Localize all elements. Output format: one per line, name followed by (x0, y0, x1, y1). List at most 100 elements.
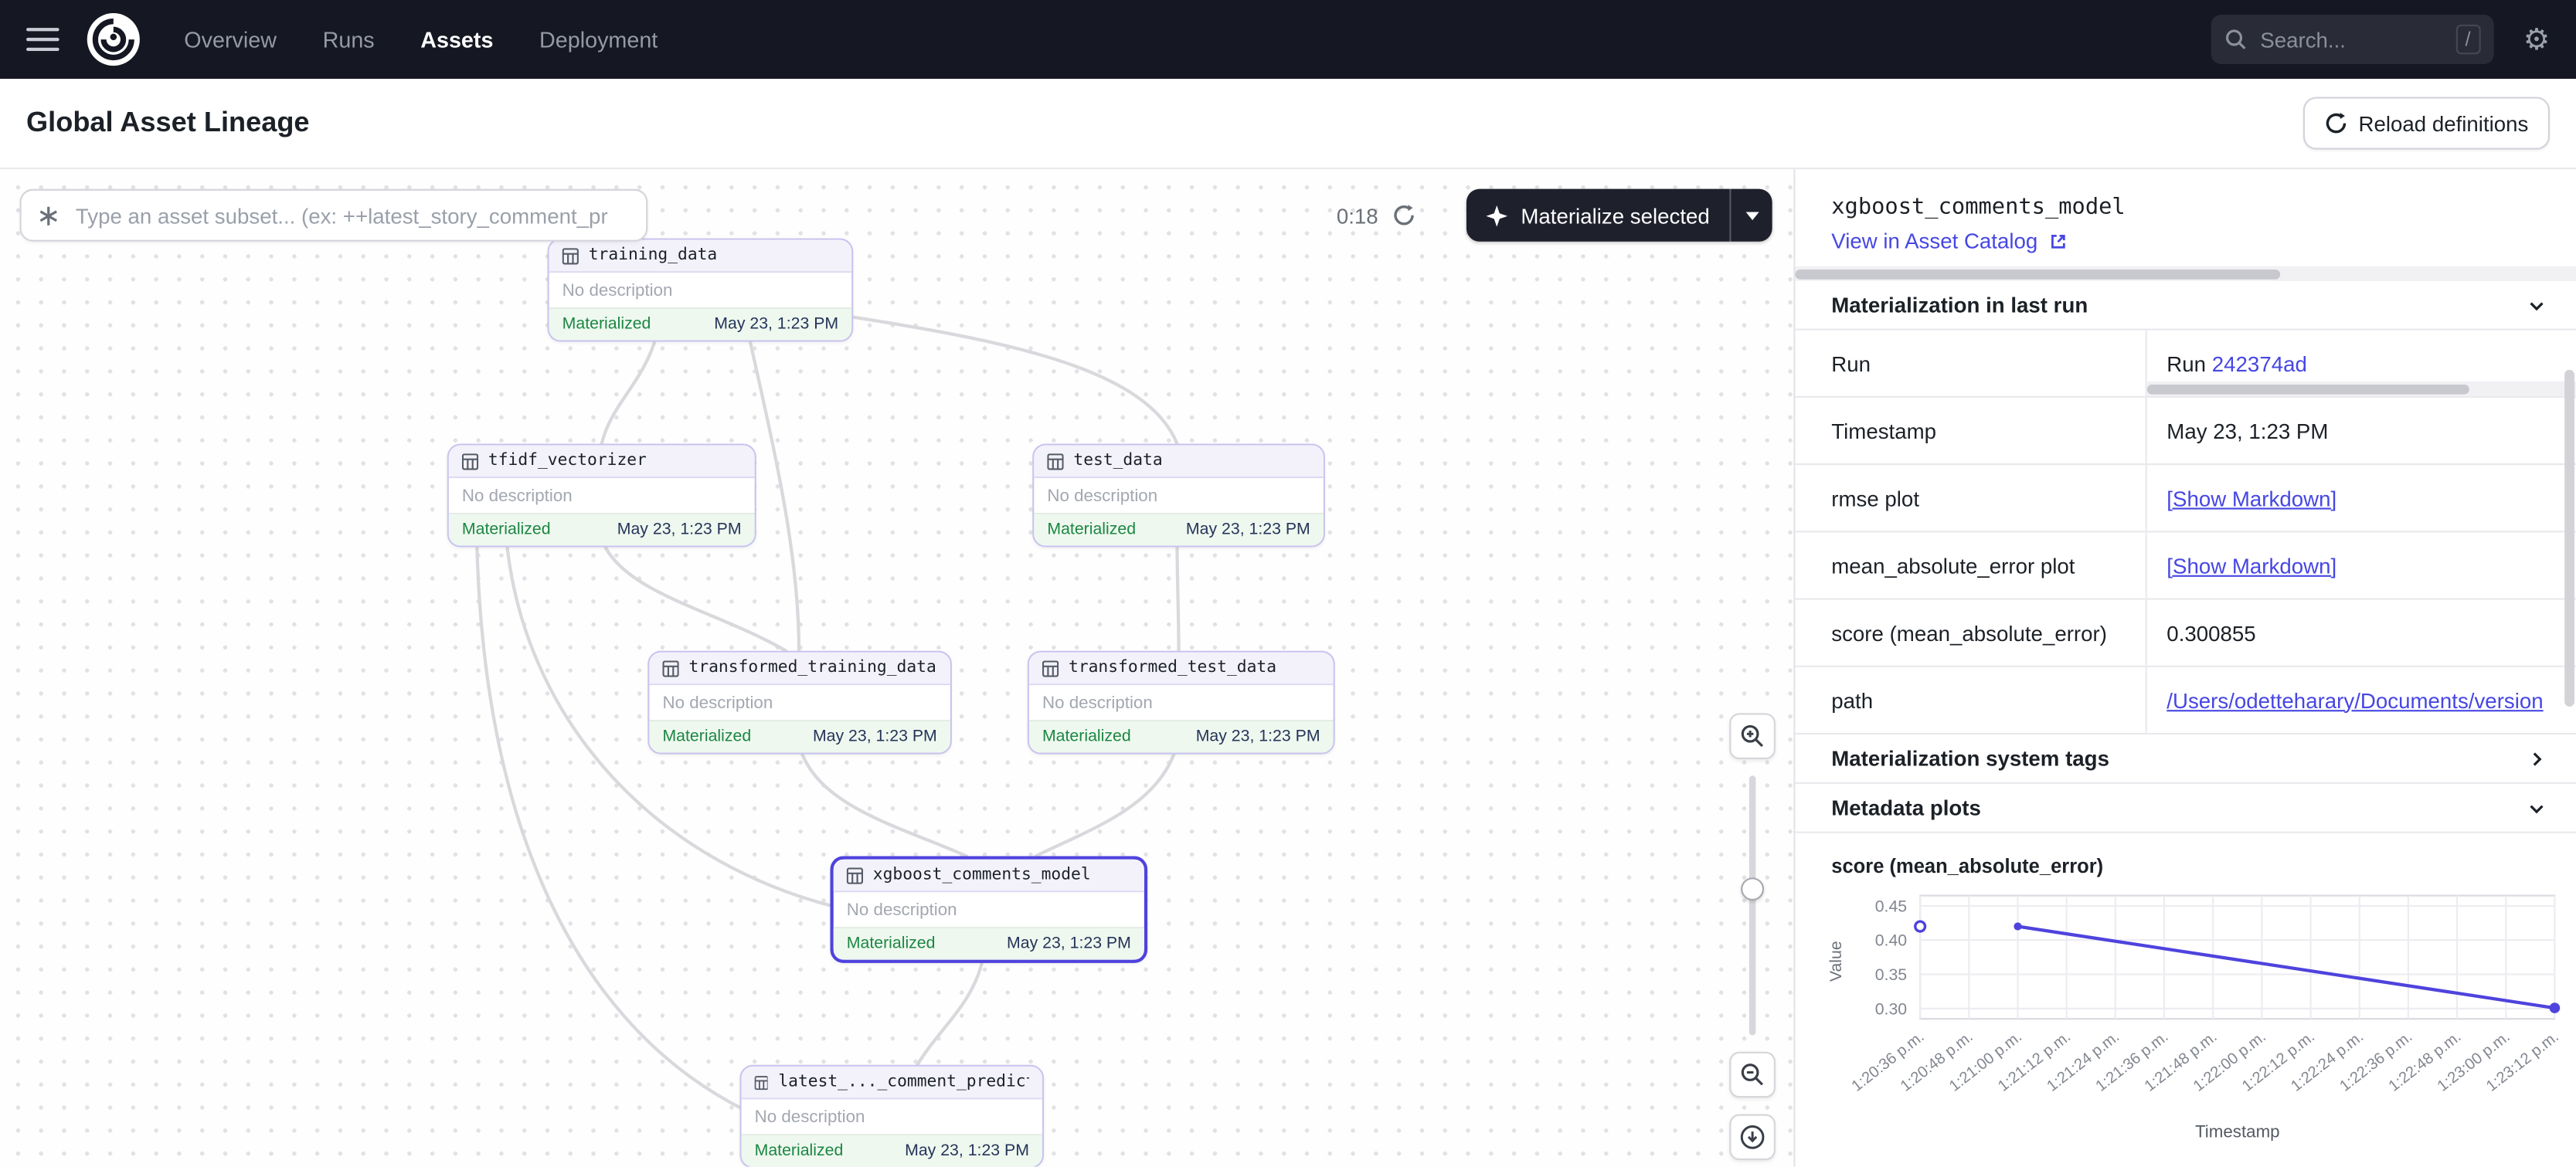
asset-table-icon (1047, 453, 1063, 469)
gear-icon[interactable]: ⚙ (2523, 25, 2550, 54)
chevron-down-icon (2527, 295, 2547, 315)
asset-table-icon (755, 1074, 769, 1090)
refresh-icon (2324, 112, 2347, 135)
chevron-down-icon (1745, 211, 1759, 219)
scrollbar-thumb[interactable] (2147, 384, 2469, 394)
asset-node-name: transformed_training_data (689, 659, 936, 677)
asset-node-name: training_data (589, 246, 718, 264)
vertical-scrollbar[interactable] (2564, 370, 2574, 707)
asset-node-name: xgboost_comments_model (873, 866, 1091, 884)
timer-value: 0:18 (1337, 203, 1378, 228)
external-link-icon (2048, 231, 2068, 251)
asset-table-icon (562, 247, 579, 263)
menu-icon[interactable] (26, 28, 59, 51)
nav-item-deployment[interactable]: Deployment (539, 27, 658, 52)
svg-text:Timestamp: Timestamp (2195, 1121, 2280, 1141)
metadata-row-rmse-plot: rmse plot [Show Markdown] (1795, 465, 2576, 532)
nav-item-overview[interactable]: Overview (184, 27, 277, 52)
asset-node-description: No description (834, 892, 1144, 927)
download-graph-button[interactable] (1729, 1114, 1776, 1161)
scrollbar-thumb[interactable] (1795, 269, 2279, 279)
status-badge: Materialized (462, 521, 551, 538)
graph-timer: 0:18 (1337, 189, 1416, 242)
asset-node-description: No description (449, 478, 755, 513)
asset-node-name: transformed_test_data (1069, 659, 1276, 677)
main-nav: Overview Runs Assets Deployment (184, 27, 658, 52)
status-badge: Materialized (755, 1142, 844, 1160)
metadata-row-path: path /Users/odetteharary/Documents/versi… (1795, 667, 2576, 734)
asset-timestamp: May 23, 1:23 PM (617, 521, 742, 538)
section-materialization-system-tags[interactable]: Materialization system tags (1795, 734, 2576, 784)
asset-table-icon (462, 453, 478, 469)
metadata-plot-svg: 1:20:36 p.m.1:20:48 p.m.1:21:00 p.m.1:21… (1815, 886, 2563, 1148)
zoom-out-button[interactable] (1729, 1052, 1776, 1098)
zoom-slider[interactable] (1741, 775, 1764, 1035)
asset-subset-filter[interactable] (20, 189, 648, 242)
horizontal-scrollbar[interactable] (1795, 266, 2576, 281)
status-badge: Materialized (847, 935, 936, 953)
lineage-graph[interactable]: 0:18 Materialize selected (0, 169, 1793, 1167)
section-materialization-in-last-run[interactable]: Materialization in last run (1795, 281, 2576, 331)
global-search[interactable]: / (2211, 15, 2493, 64)
materialize-selected-button[interactable]: Materialize selected (1466, 189, 1772, 242)
zoom-controls (1729, 713, 1776, 1160)
asset-node-transformed-training-data[interactable]: transformed_training_data No description… (647, 651, 952, 755)
nav-item-runs[interactable]: Runs (323, 27, 375, 52)
zoom-out-icon (1739, 1061, 1765, 1087)
svg-text:Value: Value (1827, 941, 1845, 982)
asset-timestamp: May 23, 1:23 PM (905, 1142, 1029, 1160)
asset-detail-sidebar: xgboost_comments_model View in Asset Cat… (1793, 169, 2576, 1167)
asset-subset-input[interactable] (73, 202, 630, 229)
asset-node-transformed-test-data[interactable]: transformed_test_data No description Mat… (1028, 651, 1335, 755)
section-metadata-plots[interactable]: Metadata plots (1795, 784, 2576, 833)
zoom-slider-handle[interactable] (1741, 877, 1764, 901)
asset-node-description: No description (1034, 478, 1323, 513)
dagster-logo[interactable] (86, 12, 141, 67)
chevron-down-icon (2527, 798, 2547, 818)
asset-graph-icon (38, 205, 59, 226)
view-in-asset-catalog-link[interactable]: View in Asset Catalog (1831, 229, 2067, 253)
svg-text:0.45: 0.45 (1875, 897, 1907, 915)
asset-node-tfidf-vectorizer[interactable]: tfidf_vectorizer No description Material… (447, 443, 756, 547)
path-link[interactable]: /Users/odetteharary/Documents/version (2166, 687, 2543, 712)
asset-node-description: No description (1029, 685, 1334, 720)
status-badge: Materialized (1047, 521, 1136, 538)
asset-node-description: No description (649, 685, 950, 720)
page-title: Global Asset Lineage (26, 107, 309, 140)
asset-node-latest-comment-predictions[interactable]: latest_..._comment_predictions No descri… (739, 1065, 1044, 1167)
show-markdown-link[interactable]: [Show Markdown] (2166, 553, 2336, 578)
asset-name-title: xgboost_comments_model (1795, 169, 2576, 223)
top-nav: Overview Runs Assets Deployment / ⚙ (0, 0, 2576, 79)
search-input[interactable] (2257, 25, 2445, 53)
reload-definitions-button[interactable]: Reload definitions (2302, 97, 2550, 150)
asset-node-description: No description (549, 273, 851, 307)
page-header: Global Asset Lineage Reload definitions (0, 79, 2576, 169)
asset-node-training-data[interactable]: training_data No description Materialize… (548, 239, 854, 342)
app: Overview Runs Assets Deployment / ⚙ Glob… (0, 0, 2576, 1167)
asset-timestamp: May 23, 1:23 PM (1186, 521, 1310, 538)
asset-node-test-data[interactable]: test_data No description Materialized Ma… (1032, 443, 1325, 547)
asset-timestamp: May 23, 1:23 PM (1196, 728, 1320, 746)
zoom-slider-track[interactable] (1749, 775, 1756, 1035)
horizontal-scrollbar[interactable] (2147, 382, 2576, 396)
asset-node-xgboost-comments-model[interactable]: xgboost_comments_model No description Ma… (830, 857, 1147, 963)
svg-text:0.35: 0.35 (1875, 965, 1907, 984)
asset-node-name: tfidf_vectorizer (488, 452, 647, 470)
materialize-dropdown-button[interactable] (1729, 189, 1772, 242)
asset-node-description: No description (742, 1099, 1042, 1134)
status-badge: Materialized (1042, 728, 1131, 746)
download-icon (1739, 1124, 1765, 1150)
svg-text:0.30: 0.30 (1875, 999, 1907, 1018)
metadata-row-mae-plot: mean_absolute_error plot [Show Markdown] (1795, 532, 2576, 599)
show-markdown-link[interactable]: [Show Markdown] (2166, 486, 2336, 511)
nav-item-assets[interactable]: Assets (420, 27, 493, 52)
zoom-in-button[interactable] (1729, 713, 1776, 759)
workspace: 0:18 Materialize selected (0, 169, 2576, 1167)
metadata-row-timestamp: Timestamp May 23, 1:23 PM (1795, 398, 2576, 465)
timer-refresh-icon[interactable] (1393, 204, 1416, 227)
chevron-right-icon (2527, 748, 2547, 768)
asset-timestamp: May 23, 1:23 PM (1007, 935, 1131, 953)
search-icon (2224, 28, 2247, 51)
run-link[interactable]: 242374ad (2212, 351, 2307, 375)
asset-table-icon (662, 660, 678, 676)
